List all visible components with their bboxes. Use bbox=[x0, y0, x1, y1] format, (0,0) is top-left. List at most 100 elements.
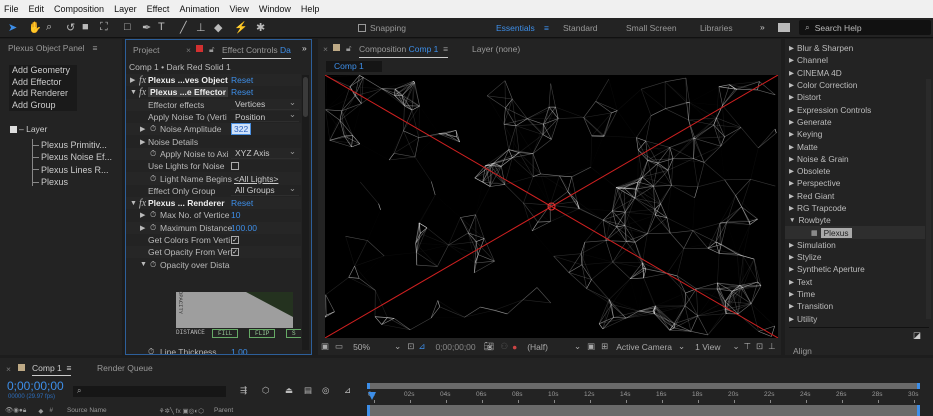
expand-arrow-icon[interactable]: ▶ bbox=[789, 241, 794, 249]
tab-render-queue[interactable]: Render Queue bbox=[97, 363, 153, 373]
composition-viewer[interactable] bbox=[325, 75, 778, 338]
eraser-tool-icon[interactable]: ◆ bbox=[214, 21, 222, 34]
graph-button[interactable]: FLIP bbox=[249, 329, 276, 338]
effect-category[interactable]: ▶ Matte bbox=[785, 140, 925, 152]
effect-category[interactable]: ▶ Text bbox=[785, 276, 925, 288]
effect-row-noise-axis[interactable]: ⏱︎ Apply Noise to Axi XYZ Axis bbox=[126, 146, 301, 161]
collapse-arrow-icon[interactable]: ▼ bbox=[789, 217, 795, 224]
property-link[interactable]: <All Lights> bbox=[234, 174, 278, 184]
tree-item[interactable]: Plexus bbox=[32, 176, 112, 188]
property-value[interactable]: 1.00 bbox=[231, 347, 248, 354]
property-checkbox[interactable] bbox=[231, 162, 239, 171]
effect-category[interactable]: ▶ Distort bbox=[785, 91, 925, 103]
graph-button[interactable]: FILL bbox=[212, 329, 239, 338]
menu-layer[interactable]: Layer bbox=[114, 4, 137, 14]
effect-category[interactable]: ▶ Keying bbox=[785, 128, 925, 140]
scrollbar-thumb[interactable] bbox=[303, 77, 308, 117]
collapse-arrow-icon[interactable]: ▼ bbox=[140, 261, 147, 268]
new-bin-icon[interactable]: ◪ bbox=[913, 330, 921, 341]
layer-search-input[interactable]: ⌕ bbox=[73, 386, 226, 397]
effect-category[interactable]: ▶ RG Trapcode bbox=[785, 202, 925, 214]
close-tab-icon[interactable]: × bbox=[6, 364, 11, 374]
expand-arrow-icon[interactable]: ▶ bbox=[789, 167, 794, 175]
workspace-menu-icon[interactable]: ≡ bbox=[544, 23, 549, 33]
selection-tool-icon[interactable]: ➤ bbox=[8, 21, 17, 34]
expand-arrow-icon[interactable]: ▶ bbox=[140, 138, 145, 146]
reset-button[interactable]: Reset bbox=[231, 75, 253, 85]
menu-effect[interactable]: Effect bbox=[147, 4, 170, 14]
graph-editor-icon[interactable]: ⊿ bbox=[344, 385, 351, 396]
effect-row-noise-amp[interactable]: ▶ ⏱︎ Noise Amplitude 322 bbox=[126, 123, 301, 136]
expand-arrow-icon[interactable]: ▶ bbox=[789, 155, 794, 163]
effect-category[interactable]: ▶ Transition bbox=[785, 300, 925, 312]
effect-category[interactable]: ▶ Utility bbox=[785, 313, 925, 325]
grid-icon[interactable]: ⊞ bbox=[601, 341, 608, 352]
pen-tool-icon[interactable]: ✒ bbox=[142, 21, 151, 34]
hand-tool-icon[interactable]: ✋ bbox=[28, 21, 42, 34]
graph-button[interactable]: S bbox=[286, 329, 301, 338]
stopwatch-icon[interactable]: ⏱︎ bbox=[150, 210, 156, 220]
effect-row-opacity-dist[interactable]: ▼ ⏱︎ Opacity over Dista bbox=[126, 259, 301, 271]
effect-row-noise-details[interactable]: ▶ Noise Details bbox=[126, 136, 301, 148]
tree-item[interactable]: Plexus Noise Ef... bbox=[32, 151, 112, 163]
menu-animation[interactable]: Animation bbox=[179, 4, 219, 14]
reset-button[interactable]: Reset bbox=[231, 198, 253, 208]
search-help-input[interactable]: ⌕ Search Help bbox=[799, 20, 931, 35]
current-time[interactable]: 0;00;00;00 bbox=[435, 342, 475, 352]
flowchart-icon[interactable]: ⊥ bbox=[768, 341, 775, 352]
expand-arrow-icon[interactable]: ▶ bbox=[789, 44, 794, 52]
expand-arrow-icon[interactable]: ▶ bbox=[789, 56, 794, 64]
sync-settings-icon[interactable] bbox=[778, 23, 790, 32]
expand-arrow-icon[interactable]: ▶ bbox=[789, 302, 794, 310]
plexus-button-3[interactable]: Add Group bbox=[9, 100, 77, 112]
fx-icon[interactable]: fx bbox=[139, 87, 146, 98]
stopwatch-icon[interactable]: ⏱︎ bbox=[150, 174, 156, 184]
roto-brush-icon[interactable]: ⚡ bbox=[234, 21, 248, 34]
collapse-arrow-icon[interactable]: ▼ bbox=[130, 200, 137, 207]
expand-arrow-icon[interactable]: ▶ bbox=[789, 290, 794, 298]
tab-effect-controls[interactable]: Effect Controls Da bbox=[222, 45, 291, 59]
draft-3d-icon[interactable]: ⬡ bbox=[262, 385, 269, 396]
menu-file[interactable]: File bbox=[4, 4, 19, 14]
opacity-graph[interactable]: OPACITY DISTANCE FILL FLIP S bbox=[176, 291, 301, 338]
zoom-tool-icon[interactable]: ⌕ bbox=[46, 21, 52, 34]
scrollbar[interactable] bbox=[302, 75, 309, 350]
expand-arrow-icon[interactable]: ▶ bbox=[140, 211, 145, 219]
effect-category[interactable]: ▶ Stylize bbox=[785, 251, 925, 263]
roi-icon[interactable]: ⊡ bbox=[407, 341, 414, 352]
resolution-select[interactable]: (Half) bbox=[527, 342, 548, 352]
effect-row-line-thickness[interactable]: ⏱︎ Line Thickness 1.00 bbox=[126, 346, 301, 354]
tree-item[interactable]: Plexus Primitiv... bbox=[32, 139, 112, 151]
col-source-name[interactable]: Source Name bbox=[67, 407, 107, 414]
effect-category[interactable]: ▶ Channel bbox=[785, 54, 925, 66]
shy-icon[interactable]: ⏏ bbox=[285, 385, 293, 396]
menu-view[interactable]: View bbox=[229, 4, 248, 14]
effect-category[interactable]: ▶ Color Correction bbox=[785, 79, 925, 91]
property-checkbox[interactable]: ✓ bbox=[231, 236, 239, 245]
effect-row-fx3[interactable]: ▼ fx Plexus ... Renderer Reset bbox=[126, 197, 301, 210]
tab-composition[interactable]: Composition Comp 1 ≡ bbox=[359, 44, 449, 58]
expand-arrow-icon[interactable]: ▶ bbox=[789, 265, 794, 273]
stopwatch-icon[interactable]: ⏱︎ bbox=[150, 223, 156, 233]
camera-select[interactable]: Active Camera bbox=[616, 342, 672, 352]
stopwatch-icon[interactable]: ⏱︎ bbox=[148, 347, 154, 354]
col-parent[interactable]: Parent bbox=[214, 407, 233, 414]
expand-arrow-icon[interactable]: ▶ bbox=[789, 93, 794, 101]
expand-arrow-icon[interactable]: ▶ bbox=[789, 192, 794, 200]
snapshot-icon[interactable]: 📷︎ bbox=[484, 341, 495, 352]
stopwatch-icon[interactable]: ⏱︎ bbox=[150, 124, 156, 134]
motion-blur-icon[interactable]: ◎ bbox=[322, 385, 329, 396]
effect-item-plexus[interactable]: ▦ Plexus bbox=[785, 226, 925, 239]
close-tab-icon[interactable]: × bbox=[323, 44, 328, 54]
property-dropdown[interactable]: All Groups bbox=[231, 183, 299, 196]
transparency-grid-icon[interactable]: ⊿ bbox=[418, 341, 425, 352]
tab-project[interactable]: Project bbox=[133, 45, 159, 55]
panel-menu-icon[interactable]: ≡ bbox=[93, 43, 98, 53]
reset-exposure-icon[interactable]: ⊡ bbox=[756, 341, 763, 352]
expand-arrow-icon[interactable]: ▶ bbox=[789, 143, 794, 151]
expand-arrow-icon[interactable]: ▶ bbox=[789, 69, 794, 77]
more-tabs-icon[interactable]: » bbox=[302, 43, 307, 53]
close-tab-icon[interactable]: × bbox=[186, 45, 191, 55]
toggle-pixel-icon[interactable]: ⊤ bbox=[744, 341, 751, 352]
effect-row-light-name[interactable]: ⏱︎ Light Name Begins <All Lights> bbox=[126, 172, 301, 185]
